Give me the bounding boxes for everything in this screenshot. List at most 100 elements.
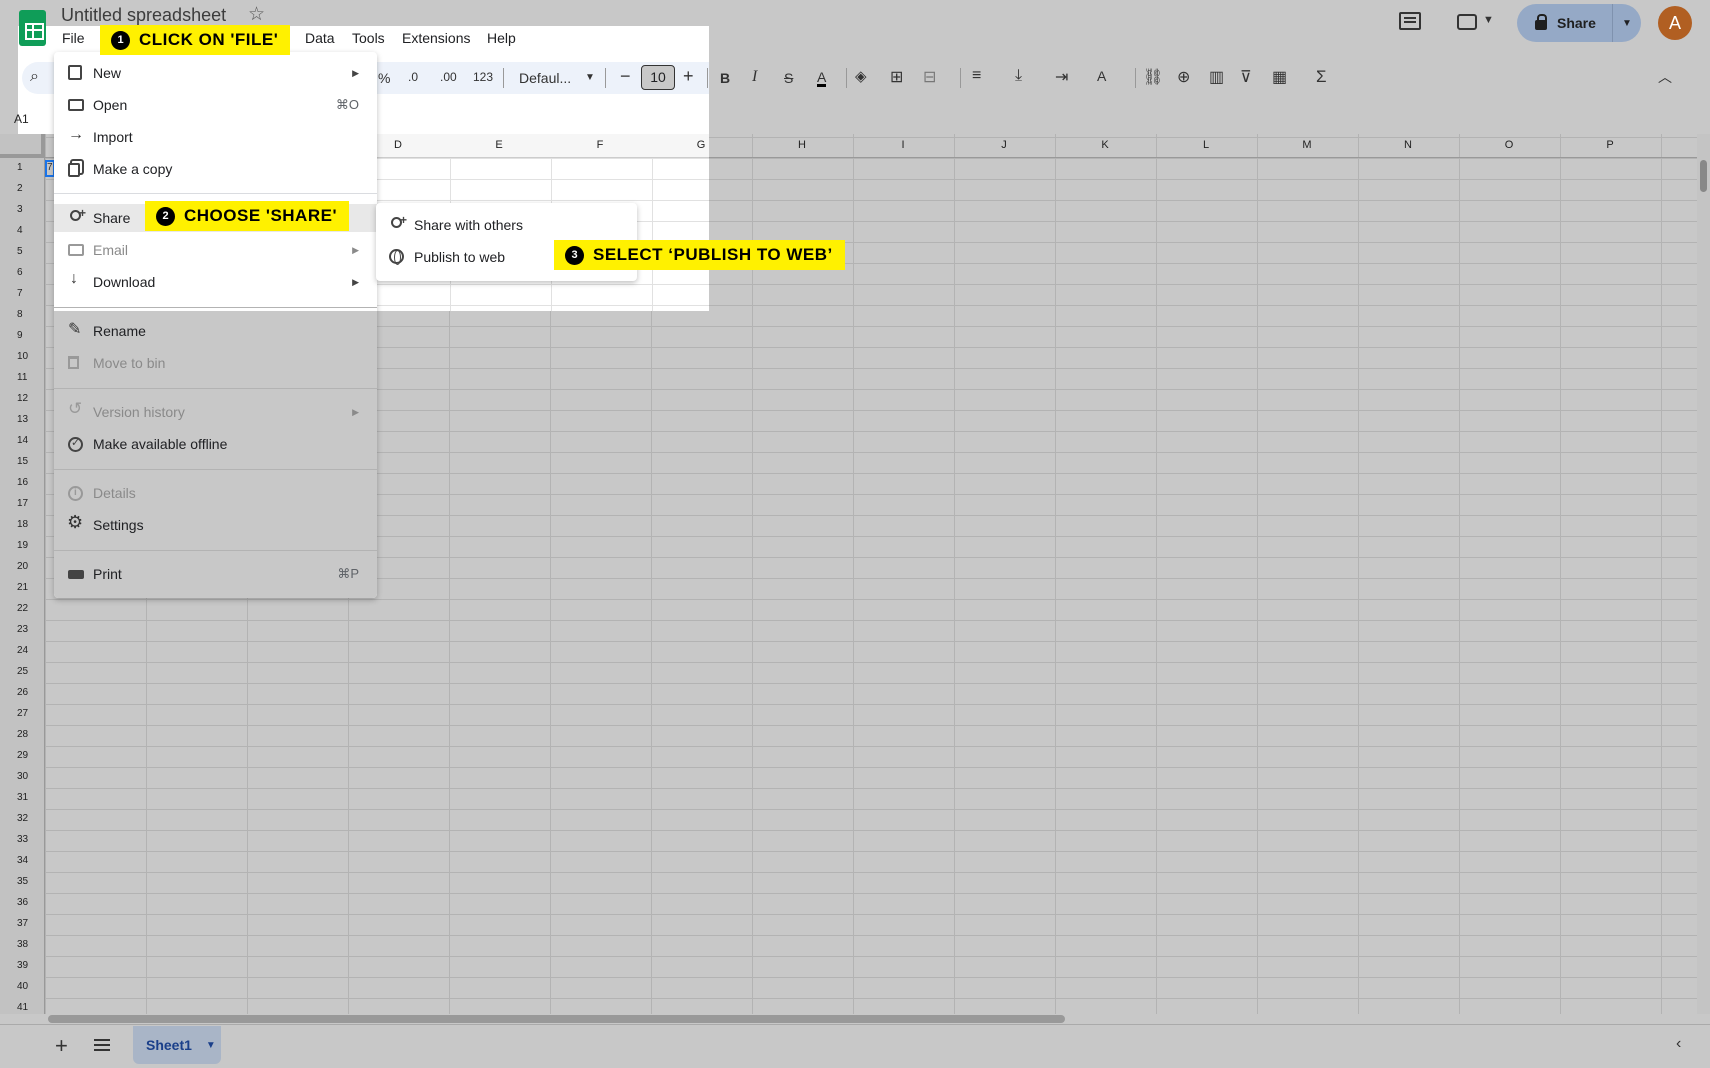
row-header[interactable]: 1 — [0, 162, 45, 173]
column-header[interactable]: F — [590, 139, 610, 151]
row-header[interactable]: 13 — [0, 414, 45, 425]
vertical-scrollbar[interactable] — [1697, 134, 1710, 1014]
menu-item-open[interactable]: Open ⌘O — [54, 89, 377, 121]
italic-button[interactable]: I — [752, 68, 757, 86]
row-header[interactable]: 14 — [0, 435, 45, 446]
functions-button[interactable]: Σ — [1316, 67, 1327, 87]
select-all-corner[interactable] — [0, 134, 45, 158]
row-header[interactable]: 21 — [0, 582, 45, 593]
column-header[interactable]: K — [1095, 139, 1115, 151]
row-header[interactable]: 6 — [0, 267, 45, 278]
menu-item-new[interactable]: New ▶ — [54, 57, 377, 89]
row-header[interactable]: 2 — [0, 183, 45, 194]
text-rotation-icon[interactable]: A — [1097, 68, 1106, 84]
row-header[interactable]: 27 — [0, 708, 45, 719]
row-header[interactable]: 4 — [0, 225, 45, 236]
row-header[interactable]: 9 — [0, 330, 45, 341]
table-view-icon[interactable]: ▦ — [1272, 67, 1287, 87]
row-header[interactable]: 23 — [0, 624, 45, 635]
column-header[interactable]: G — [691, 139, 711, 151]
menu-item-rename[interactable]: Rename — [54, 315, 377, 347]
submenu-item-share-with-others[interactable]: Share with others — [376, 210, 637, 240]
menu-item-download[interactable]: Download ▶ — [54, 266, 377, 298]
row-header[interactable]: 19 — [0, 540, 45, 551]
search-menus-icon[interactable]: ⌕ — [30, 68, 39, 86]
share-dropdown-icon[interactable]: ▼ — [1612, 4, 1641, 42]
collapse-menus-icon[interactable]: ︿ — [1658, 67, 1672, 87]
comment-add-icon[interactable]: ⊕ — [1177, 67, 1190, 87]
column-header[interactable]: H — [792, 139, 812, 151]
row-header[interactable]: 11 — [0, 372, 45, 383]
add-sheet-icon[interactable]: + — [55, 1033, 68, 1059]
vertical-scroll-thumb[interactable] — [1700, 160, 1707, 192]
meet-icon[interactable] — [1457, 14, 1477, 30]
menu-item-settings[interactable]: Settings — [54, 509, 377, 541]
column-header[interactable]: J — [994, 139, 1014, 151]
row-header[interactable]: 18 — [0, 519, 45, 530]
menu-item-make-a-copy[interactable]: Make a copy — [54, 153, 377, 185]
strikethrough-button[interactable]: S — [784, 70, 793, 86]
column-header[interactable]: O — [1499, 139, 1519, 151]
row-header[interactable]: 35 — [0, 876, 45, 887]
menu-item-import[interactable]: Import — [54, 121, 377, 153]
chart-icon[interactable]: ▥ — [1209, 67, 1224, 87]
menu-item-print[interactable]: Print ⌘P — [54, 558, 377, 590]
sheets-logo-icon[interactable] — [19, 10, 46, 46]
row-header[interactable]: 38 — [0, 939, 45, 950]
row-header[interactable]: 8 — [0, 309, 45, 320]
sheet-tab-sheet1[interactable]: Sheet1 ▼ — [133, 1026, 221, 1064]
row-header[interactable]: 39 — [0, 960, 45, 971]
menu-data[interactable]: Data — [298, 27, 342, 49]
fill-color-icon[interactable]: ◈ — [855, 67, 867, 85]
row-header[interactable]: 7 — [0, 288, 45, 299]
number-format-button[interactable]: 123 — [473, 70, 493, 84]
row-header[interactable]: 30 — [0, 771, 45, 782]
row-header[interactable]: 22 — [0, 603, 45, 614]
star-icon[interactable]: ☆ — [248, 3, 265, 26]
merge-cells-icon[interactable]: ⊟ — [923, 67, 936, 87]
column-header[interactable]: N — [1398, 139, 1418, 151]
column-header[interactable]: M — [1297, 139, 1317, 151]
font-select[interactable]: Defaul... — [519, 70, 571, 86]
document-title[interactable]: Untitled spreadsheet — [61, 5, 226, 26]
share-button[interactable]: Share ▼ — [1517, 4, 1641, 42]
align-icon[interactable]: ≡ — [972, 67, 981, 85]
column-header[interactable]: L — [1196, 139, 1216, 151]
font-size-increase-button[interactable]: + — [683, 66, 694, 87]
link-icon[interactable]: ⛓ — [1143, 67, 1163, 87]
decrease-decimal-button[interactable]: .0 — [408, 70, 418, 84]
column-header[interactable]: D — [388, 139, 408, 151]
percent-format-button[interactable]: % — [378, 70, 390, 86]
text-wrap-icon[interactable]: ⇥ — [1055, 67, 1068, 87]
row-header[interactable]: 5 — [0, 246, 45, 257]
row-header[interactable]: 20 — [0, 561, 45, 572]
column-header[interactable]: P — [1600, 139, 1620, 151]
filter-icon[interactable]: ⊽ — [1240, 67, 1252, 87]
menu-item-make-available-offline[interactable]: Make available offline — [54, 428, 377, 460]
row-header[interactable]: 25 — [0, 666, 45, 677]
row-header[interactable]: 17 — [0, 498, 45, 509]
column-header[interactable]: E — [489, 139, 509, 151]
row-header[interactable]: 33 — [0, 834, 45, 845]
name-box[interactable]: A1 — [14, 112, 29, 126]
menu-help[interactable]: Help — [480, 27, 523, 49]
increase-decimal-button[interactable]: .00 — [440, 70, 457, 84]
row-header[interactable]: 28 — [0, 729, 45, 740]
column-header[interactable]: I — [893, 139, 913, 151]
row-header[interactable]: 26 — [0, 687, 45, 698]
comments-icon[interactable] — [1399, 12, 1421, 30]
row-header[interactable]: 16 — [0, 477, 45, 488]
row-header[interactable]: 3 — [0, 204, 45, 215]
menu-tools[interactable]: Tools — [345, 27, 392, 49]
row-header[interactable]: 37 — [0, 918, 45, 929]
row-header[interactable]: 41 — [0, 1002, 45, 1013]
menu-extensions[interactable]: Extensions — [395, 27, 477, 49]
font-chevron-down-icon[interactable]: ▼ — [585, 72, 595, 83]
row-header[interactable]: 31 — [0, 792, 45, 803]
text-color-button[interactable]: A — [817, 70, 827, 87]
row-header[interactable]: 40 — [0, 981, 45, 992]
bold-button[interactable]: B — [720, 70, 730, 86]
all-sheets-icon[interactable] — [94, 1039, 110, 1051]
font-size-input[interactable]: 10 — [641, 65, 675, 90]
sheet-tab-chevron-icon[interactable]: ▼ — [206, 1040, 216, 1051]
